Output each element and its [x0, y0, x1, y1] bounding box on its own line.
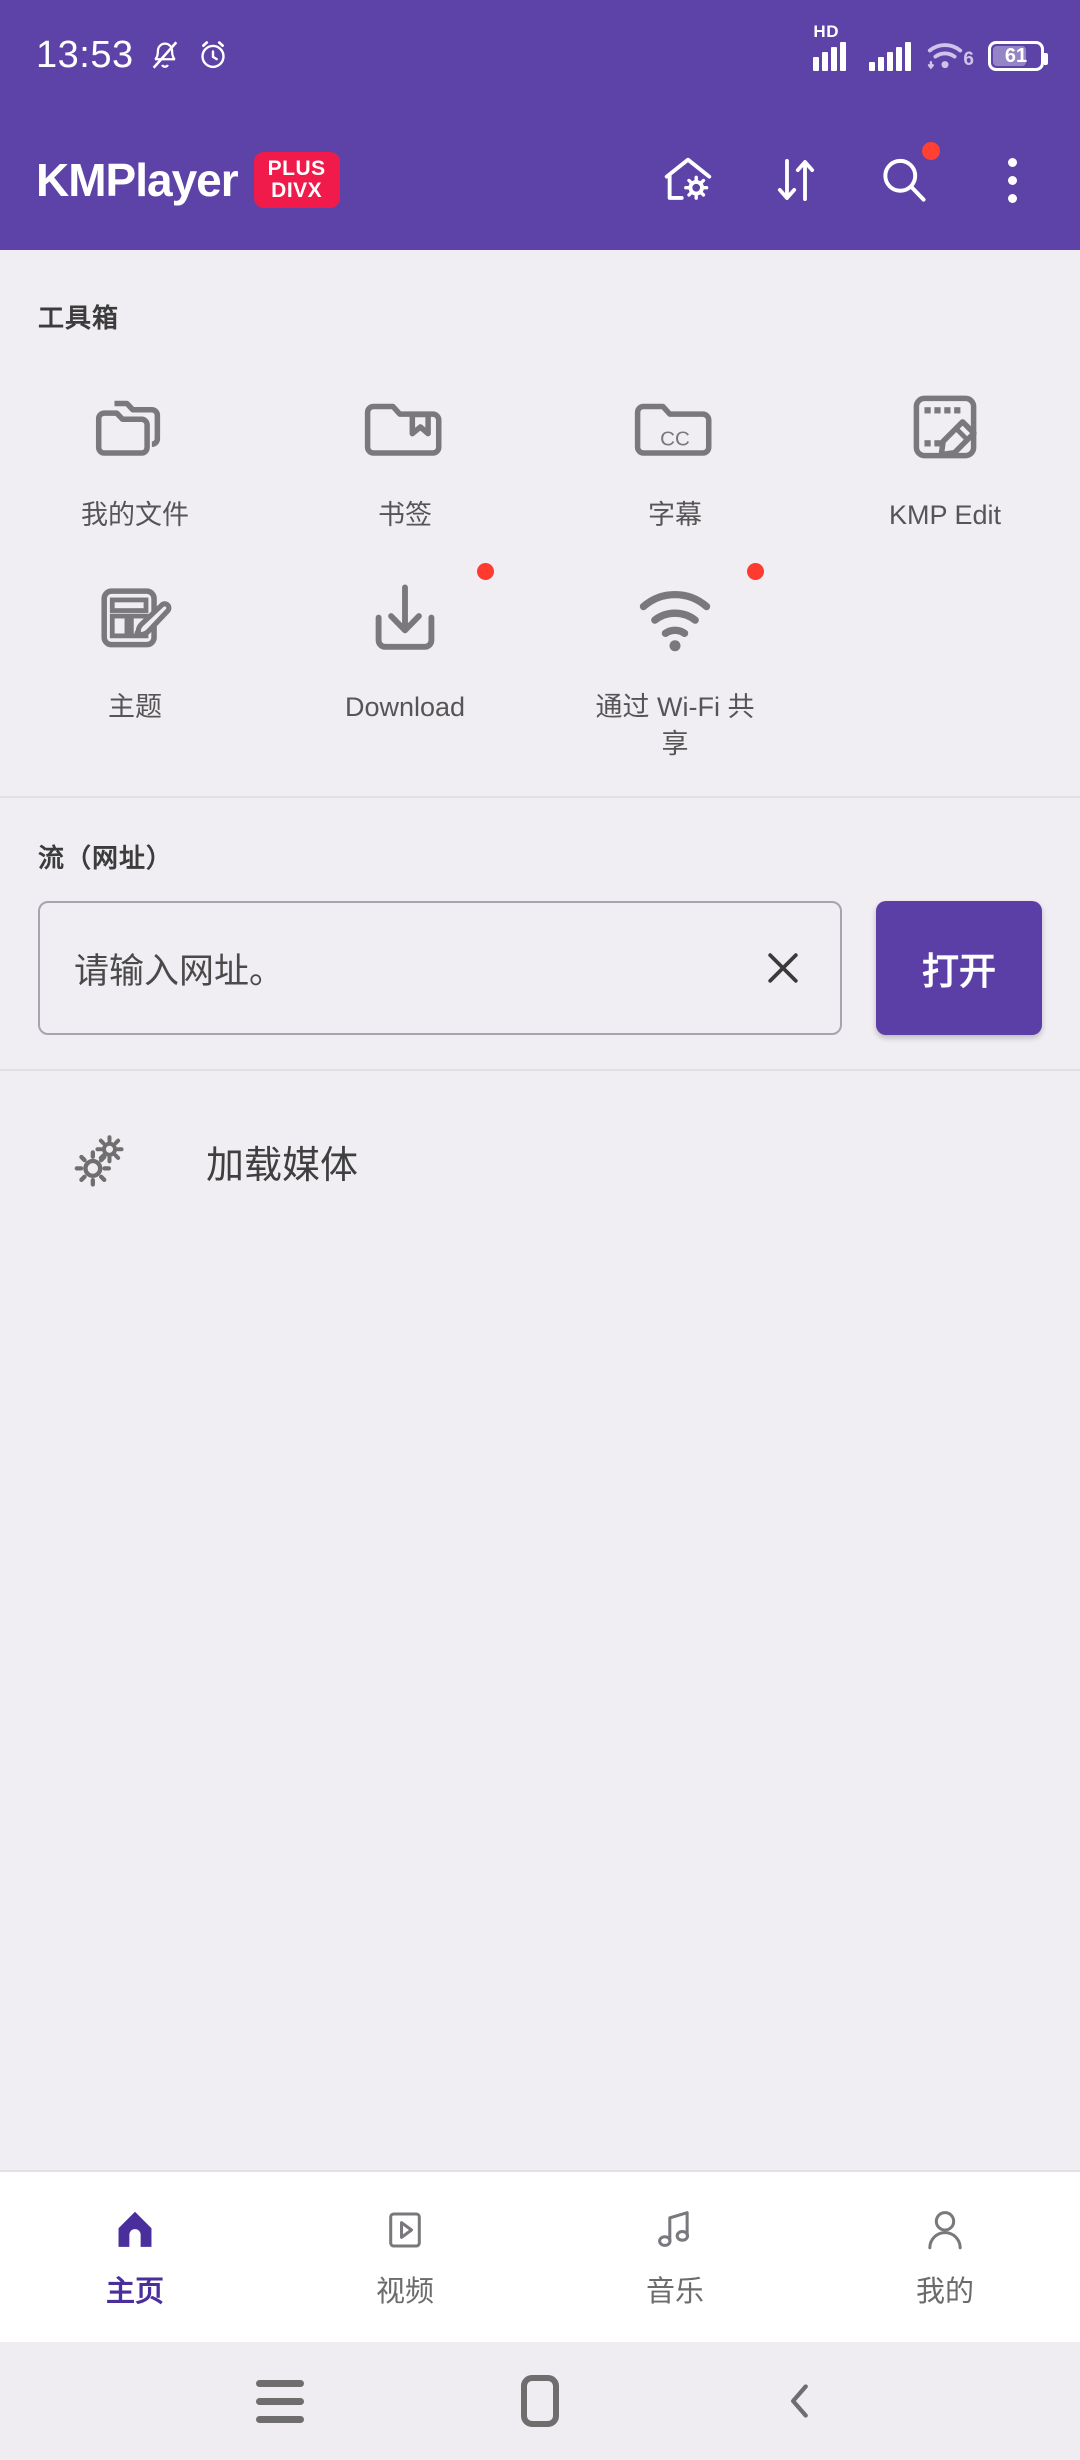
sort-button[interactable] [742, 126, 850, 234]
search-button[interactable] [850, 126, 958, 234]
stream-row: 请输入网址。 打开 [38, 901, 1042, 1036]
close-icon [768, 953, 798, 984]
load-media-row[interactable]: 加载媒体 [0, 1071, 1080, 1251]
bottom-navigation: 主页 视频 音乐 我的 [0, 2170, 1080, 2342]
url-input[interactable]: 请输入网址。 [38, 901, 842, 1036]
toolbox-item-label: KMP Edit [888, 500, 1002, 530]
toolbox-item-label: 主题 [108, 692, 162, 723]
alarm-icon [200, 41, 225, 69]
overflow-menu-button[interactable] [958, 126, 1066, 234]
folders-icon [87, 379, 183, 475]
nav-item-label: 主页 [105, 2276, 164, 2308]
signal-bars-1-icon: HD [813, 22, 855, 71]
hd-label: HD [813, 22, 839, 41]
home-settings-button[interactable] [634, 126, 742, 234]
badge-line2: DIVX [271, 179, 323, 202]
video-icon [389, 2212, 421, 2248]
clear-url-button[interactable] [754, 939, 812, 997]
stream-label: 流（网址） [38, 843, 174, 874]
home-settings-icon [664, 157, 712, 200]
back-button[interactable] [755, 2356, 845, 2446]
toolbox-item-label: Download [344, 692, 466, 723]
search-notification-dot [922, 142, 940, 160]
app-screen: 13:53 HD 6 61 KMPlayer PLUS DIVX 工具箱 我的文… [0, 0, 1080, 2460]
search-icon [883, 158, 926, 202]
toolbox-item-subtitle[interactable]: CC 字幕 [540, 357, 810, 533]
nav-item-music[interactable]: 音乐 [540, 2172, 810, 2342]
chevron-left-icon [790, 2384, 808, 2418]
app-bar-actions [634, 126, 1080, 234]
nav-item-profile[interactable]: 我的 [810, 2172, 1080, 2342]
toolbox-item-label: 我的文件 [81, 500, 189, 530]
url-input-placeholder: 请输入网址。 [74, 951, 285, 991]
svg-text:CC: CC [660, 427, 690, 450]
subtitle-cc-folder-icon: CC [627, 379, 723, 475]
home-button[interactable] [495, 2356, 585, 2446]
toolbox-item-label: 书签 [378, 500, 432, 530]
wifi-share-icon [627, 571, 723, 667]
app-bar: KMPlayer PLUS DIVX [0, 110, 1080, 250]
toolbox-item-label: 通过 Wi-Fi 共享 [595, 692, 755, 759]
wifi-generation-label: 6 [963, 49, 974, 70]
sort-icon [777, 158, 815, 202]
toolbox-item-my-files[interactable]: 我的文件 [0, 357, 270, 533]
toolbox-empty-cell [810, 549, 1080, 762]
person-icon [928, 2211, 962, 2250]
music-note-icon [658, 2211, 690, 2247]
film-edit-icon [897, 379, 993, 475]
recents-button[interactable] [235, 2356, 325, 2446]
wifi-icon: 6 [925, 39, 974, 71]
status-clock: 13:53 [36, 33, 134, 76]
app-logo: KMPlayer PLUS DIVX [36, 151, 340, 209]
toolbox-item-theme[interactable]: 主题 [0, 549, 270, 762]
home-icon [118, 2211, 152, 2247]
signal-bars-2-icon [869, 41, 912, 71]
load-media-label: 加载媒体 [206, 1144, 359, 1187]
gears-icon [62, 1124, 136, 1198]
stream-section: 流（网址） 请输入网址。 打开 [0, 798, 1080, 1036]
battery-icon: 61 [988, 41, 1048, 71]
theme-palette-brush-icon [87, 571, 183, 667]
nav-item-video[interactable]: 视频 [270, 2172, 540, 2342]
hamburger-icon [256, 2379, 304, 2423]
wifi-share-notification-dot [747, 563, 764, 581]
nav-item-label: 视频 [375, 2276, 434, 2308]
system-navigation-bar [0, 2342, 1080, 2460]
nav-item-label: 音乐 [645, 2276, 704, 2308]
toolbox-item-wifi-share[interactable]: 通过 Wi-Fi 共享 [540, 549, 810, 762]
toolbox-item-download[interactable]: Download [270, 549, 540, 762]
toolbox-grid-row1: 我的文件 书签 CC 字幕 KMP Edit [0, 335, 1080, 533]
status-bar-right: HD 6 61 [813, 22, 1048, 71]
toolbox-item-kmp-edit[interactable]: KMP Edit [810, 357, 1080, 533]
toolbox-item-bookmark[interactable]: 书签 [270, 357, 540, 533]
open-url-button[interactable]: 打开 [876, 901, 1042, 1036]
badge-line1: PLUS [267, 156, 326, 180]
rounded-square-icon [521, 2375, 559, 2427]
toolbox-item-label: 字幕 [648, 500, 702, 530]
toolbox-grid-row2: 主题 Download 通过 Wi-Fi 共享 [0, 533, 1080, 762]
nav-item-label: 我的 [915, 2276, 974, 2308]
app-title: KMPlayer [36, 154, 239, 206]
status-bar-left: 13:53 [36, 34, 230, 77]
plus-divx-badge: PLUS DIVX [253, 151, 340, 209]
mute-icon [152, 41, 177, 69]
bookmark-folder-icon [357, 379, 453, 475]
nav-item-home[interactable]: 主页 [0, 2172, 270, 2342]
status-bar: 13:53 HD 6 61 [0, 0, 1080, 110]
download-notification-dot [477, 563, 494, 581]
toolbox-title: 工具箱 [38, 303, 120, 333]
overflow-menu-icon [1007, 157, 1017, 203]
main-content: 工具箱 我的文件 书签 CC 字幕 KMP Edit 主题 Download 通… [0, 250, 1080, 2170]
download-icon [357, 571, 453, 667]
battery-percent: 61 [1004, 44, 1028, 67]
